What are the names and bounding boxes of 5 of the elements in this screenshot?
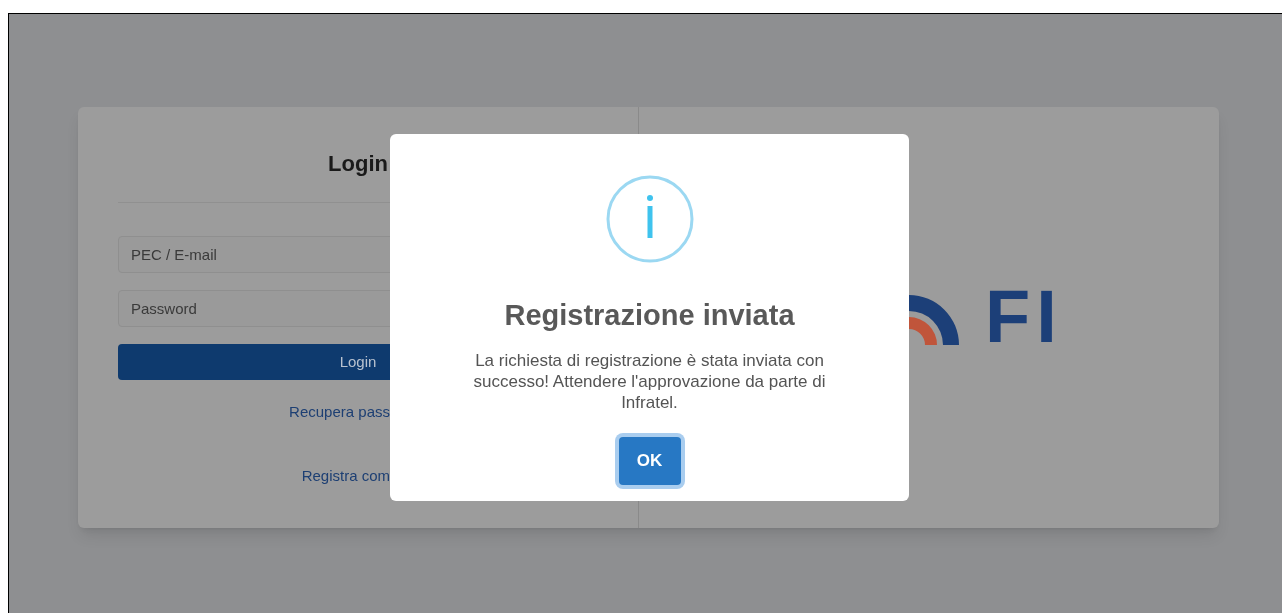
login-title: Login — [328, 151, 388, 176]
link[interactable]: Registra com — [301, 465, 390, 488]
link[interactable]: Recupera pass — [289, 401, 390, 424]
info-icon — [604, 174, 695, 264]
logo-text: FI — [985, 287, 1063, 347]
